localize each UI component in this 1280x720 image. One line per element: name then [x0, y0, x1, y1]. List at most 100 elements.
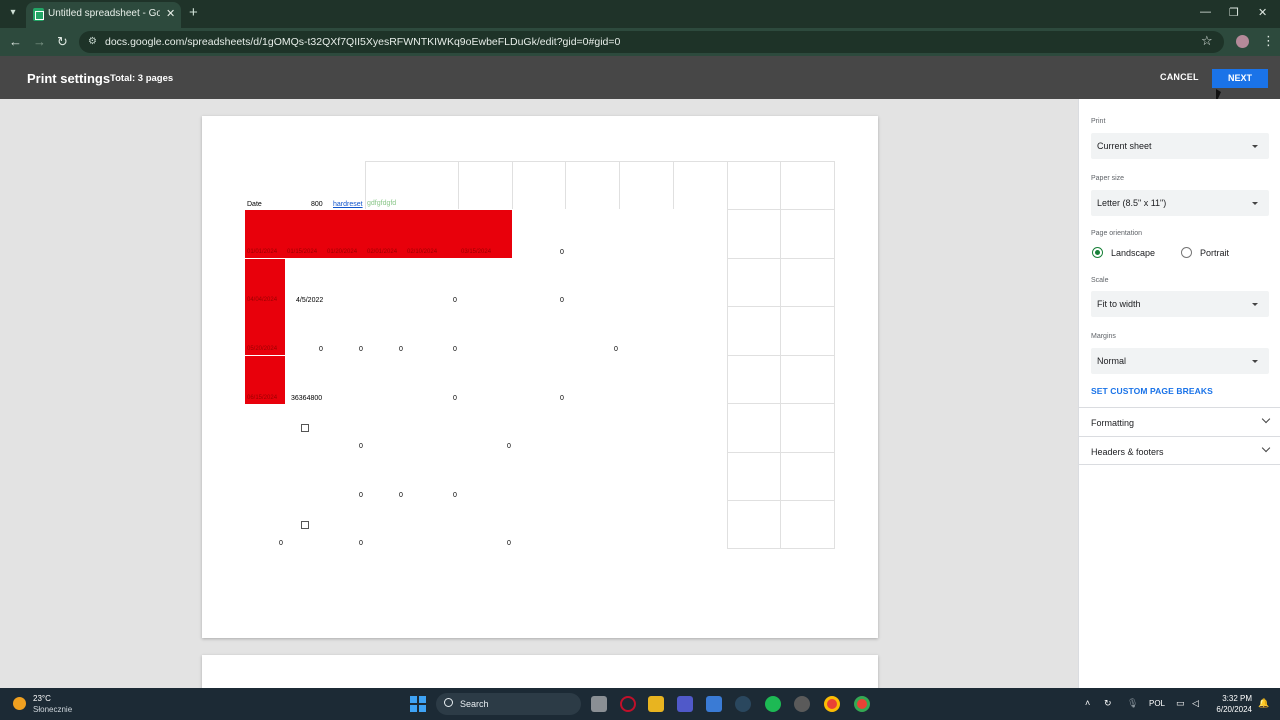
cancel-button[interactable]: CANCEL — [1160, 72, 1199, 82]
gridline — [727, 500, 835, 501]
minimize-icon[interactable]: — — [1200, 6, 1211, 18]
taskbar: 23°C Słonecznie Search ˄ ↻ 🎙 POL ▭ ◁ 3:3… — [0, 688, 1280, 720]
reload-icon[interactable]: ↻ — [57, 34, 68, 50]
file-explorer-icon[interactable] — [648, 696, 664, 712]
next-button[interactable]: NEXT — [1212, 69, 1268, 88]
formatting-section[interactable]: Formatting — [1079, 407, 1280, 436]
taskbar-search[interactable]: Search — [436, 693, 581, 715]
site-info-icon[interactable]: ⚙ — [88, 36, 97, 47]
gridline — [565, 161, 566, 209]
chrome-icon[interactable] — [824, 696, 840, 712]
cell-date-header: Date — [247, 201, 262, 208]
back-icon[interactable]: ← — [9, 34, 22, 49]
store-icon[interactable] — [706, 696, 722, 712]
language-indicator[interactable]: POL — [1149, 699, 1165, 708]
opera-icon[interactable] — [620, 696, 636, 712]
chevron-down-icon — [1252, 303, 1258, 306]
more-icon[interactable]: ⋮ — [1262, 33, 1275, 49]
task-view-icon[interactable] — [591, 696, 607, 712]
search-icon — [444, 698, 453, 707]
gridline — [727, 403, 835, 404]
chevron-down-icon — [1252, 360, 1258, 363]
margins-select[interactable]: Normal — [1091, 348, 1269, 374]
weather-condition[interactable]: Słonecznie — [33, 705, 72, 714]
browser-tab[interactable]: Untitled spreadsheet - Google ✕ — [26, 2, 181, 28]
checkbox — [301, 521, 309, 529]
custom-page-breaks-button[interactable]: SET CUSTOM PAGE BREAKS — [1091, 386, 1213, 396]
network-icon[interactable]: ▭ — [1176, 698, 1185, 709]
cell-value: 0 — [453, 297, 457, 304]
preview-page-2 — [202, 655, 878, 688]
print-preview-area: Date 800 hardreset gdfgfdgfd 01/01/2024 … — [0, 99, 1078, 688]
print-select[interactable]: Current sheet — [1091, 133, 1269, 159]
cell-value: 800 — [311, 201, 323, 208]
landscape-label[interactable]: Landscape — [1111, 248, 1155, 258]
landscape-radio[interactable] — [1092, 247, 1103, 258]
weather-icon[interactable] — [13, 697, 26, 710]
profile-icon[interactable] — [1236, 35, 1249, 48]
print-label: Print — [1091, 118, 1106, 125]
cell-value: 0 — [319, 346, 323, 353]
cell-value: 0 — [453, 492, 457, 499]
scale-label: Scale — [1091, 277, 1109, 284]
red-cell-date: 06/15/2024 — [247, 395, 278, 401]
portrait-radio[interactable] — [1181, 247, 1192, 258]
paper-size-select[interactable]: Letter (8.5" x 11") — [1091, 190, 1269, 216]
cell-value: 0 — [279, 540, 283, 547]
maximize-icon[interactable]: ❐ — [1229, 6, 1239, 19]
tab-title: Untitled spreadsheet - Google — [48, 8, 160, 19]
gridline — [365, 161, 835, 162]
weather-temp[interactable]: 23°C — [33, 694, 51, 703]
sync-icon[interactable]: ↻ — [1104, 698, 1112, 709]
tray-overflow-icon[interactable]: ˄ — [1085, 698, 1090, 708]
close-icon[interactable]: ✕ — [166, 7, 175, 20]
chevron-down-icon — [1261, 414, 1271, 424]
github-icon[interactable] — [794, 696, 810, 712]
margins-label: Margins — [1091, 333, 1116, 340]
gridline — [727, 258, 835, 259]
gridline — [458, 161, 459, 209]
chrome-active-icon[interactable] — [854, 696, 870, 712]
gridline — [512, 161, 513, 209]
steam-icon[interactable] — [735, 696, 751, 712]
cell-value: 0 — [399, 492, 403, 499]
cell-value: 0 — [507, 443, 511, 450]
teams-icon[interactable] — [677, 696, 693, 712]
tab-menu-icon[interactable]: ▾ — [5, 5, 21, 21]
clock[interactable]: 3:32 PM 6/20/2024 — [1214, 693, 1252, 715]
windows-icon[interactable] — [410, 696, 426, 712]
red-cell-date: 04/04/2024 — [247, 297, 278, 303]
gridline — [727, 306, 835, 307]
headers-footers-section[interactable]: Headers & footers — [1079, 436, 1280, 465]
print-settings-sidebar: Print Current sheet Paper size Letter (8… — [1078, 99, 1280, 688]
plus-icon[interactable]: + — [189, 4, 198, 21]
cell-link: hardreset — [333, 201, 363, 208]
close-window-icon[interactable]: ✕ — [1258, 6, 1267, 19]
orientation-label: Page orientation — [1091, 230, 1142, 237]
notification-icon[interactable]: 🔔 — [1258, 698, 1269, 709]
cell-value: 0 — [560, 249, 564, 256]
portrait-label[interactable]: Portrait — [1200, 248, 1229, 258]
star-icon[interactable]: ☆ — [1201, 33, 1213, 49]
cell-value: 0 — [560, 297, 564, 304]
cell-value: 0 — [453, 395, 457, 402]
print-settings-header: Print settings Total: 3 pages CANCEL NEX… — [0, 56, 1280, 99]
address-bar[interactable]: ⚙ docs.google.com/spreadsheets/d/1gOMQs-… — [79, 31, 1224, 53]
sheets-icon — [33, 8, 44, 21]
forward-icon[interactable]: → — [33, 34, 46, 49]
microphone-icon[interactable]: 🎙 — [1127, 698, 1138, 709]
spotify-icon[interactable] — [765, 696, 781, 712]
red-cell-date: 01/15/2024 — [287, 249, 318, 255]
gridline — [619, 161, 620, 209]
headers-footers-label: Headers & footers — [1091, 447, 1164, 457]
volume-icon[interactable]: ◁ — [1192, 698, 1199, 709]
print-select-value: Current sheet — [1097, 141, 1152, 151]
paper-size-value: Letter (8.5" x 11") — [1097, 198, 1167, 208]
gridline — [727, 548, 835, 549]
paper-size-label: Paper size — [1091, 175, 1125, 182]
clock-date: 6/20/2024 — [1216, 705, 1252, 714]
scale-select[interactable]: Fit to width — [1091, 291, 1269, 317]
cell-value: 0 — [614, 346, 618, 353]
cell-value: 0 — [359, 492, 363, 499]
red-cell-date: 02/01/2024 — [367, 249, 398, 255]
